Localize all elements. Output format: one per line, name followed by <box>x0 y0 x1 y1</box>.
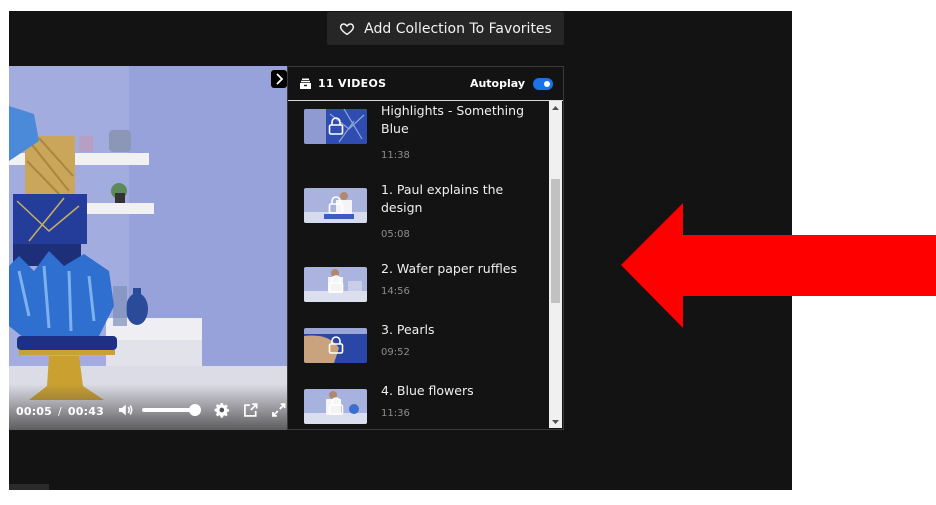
video-thumbnail <box>304 188 367 223</box>
video-duration: 11:36 <box>381 408 410 419</box>
video-thumbnail <box>304 389 367 424</box>
video-duration: 11:38 <box>381 150 410 161</box>
lock-icon <box>328 397 344 415</box>
video-duration: 05:08 <box>381 229 410 240</box>
playlist-item[interactable]: 3. Pearls 09:52 <box>304 321 544 381</box>
lock-icon <box>328 117 344 135</box>
autoplay-toggle[interactable] <box>533 77 553 90</box>
collapse-playlist-button[interactable] <box>271 70 287 88</box>
scrollbar-thumb[interactable] <box>551 179 560 303</box>
video-player[interactable]: 00:05/00:43 <box>9 66 287 430</box>
video-title: 4. Blue flowers <box>381 383 474 398</box>
video-title: 2. Wafer paper ruffles <box>381 261 518 276</box>
heart-outline-icon <box>340 22 355 35</box>
popout-icon[interactable] <box>243 402 259 418</box>
playlist-items: Highlights - Something Blue 11:38 1. Pau… <box>288 101 549 429</box>
video-duration: 14:56 <box>381 286 410 297</box>
playlist-panel: 11 VIDEOS Autoplay Highlights - Somethin… <box>287 66 564 430</box>
video-thumbnail <box>304 267 367 302</box>
video-title: 3. Pearls <box>381 322 435 337</box>
video-title: Highlights - Something Blue <box>381 103 525 136</box>
autoplay-label: Autoplay <box>469 77 525 90</box>
lock-icon <box>328 275 344 293</box>
add-to-favorites-button[interactable]: Add Collection To Favorites <box>327 12 564 45</box>
add-to-favorites-label: Add Collection To Favorites <box>364 20 552 37</box>
lock-icon <box>328 196 344 214</box>
scroll-up-arrow-icon <box>552 105 559 110</box>
video-frame <box>9 66 287 430</box>
playlist-item[interactable]: 4. Blue flowers 11:36 <box>304 382 544 429</box>
settings-gear-icon[interactable] <box>214 402 230 418</box>
time-display: 00:05/00:43 <box>16 405 104 418</box>
video-thumbnail <box>304 109 367 144</box>
playlist-scrollbar[interactable] <box>549 101 562 428</box>
scroll-down-arrow-icon <box>552 419 559 424</box>
volume-slider-handle[interactable] <box>189 404 202 416</box>
volume-icon[interactable] <box>118 402 134 418</box>
fullscreen-icon[interactable] <box>271 402 287 418</box>
red-arrow-annotation <box>621 203 936 328</box>
video-count: 11 VIDEOS <box>318 77 387 90</box>
scroll-up-button[interactable] <box>549 101 562 114</box>
playlist-header: 11 VIDEOS Autoplay <box>288 67 563 101</box>
scroll-down-button[interactable] <box>549 415 562 428</box>
video-thumbnail <box>304 328 367 363</box>
video-duration: 09:52 <box>381 347 410 358</box>
playlist-item[interactable]: 2. Wafer paper ruffles 14:56 <box>304 260 544 320</box>
collection-stack-icon <box>300 78 311 89</box>
playlist-item[interactable]: Highlights - Something Blue 11:38 <box>304 102 544 162</box>
lock-icon <box>328 336 344 354</box>
bottom-tab-indicator <box>9 484 49 490</box>
playlist-item[interactable]: 1. Paul explains the design 05:08 <box>304 181 544 241</box>
volume-slider[interactable] <box>141 404 202 416</box>
video-title: 1. Paul explains the design <box>381 182 504 215</box>
current-time: 00:05 <box>16 405 53 418</box>
chevron-right-icon <box>275 73 283 85</box>
video-controls-bar: 00:05/00:43 <box>9 384 287 430</box>
total-time: 00:43 <box>67 405 104 418</box>
